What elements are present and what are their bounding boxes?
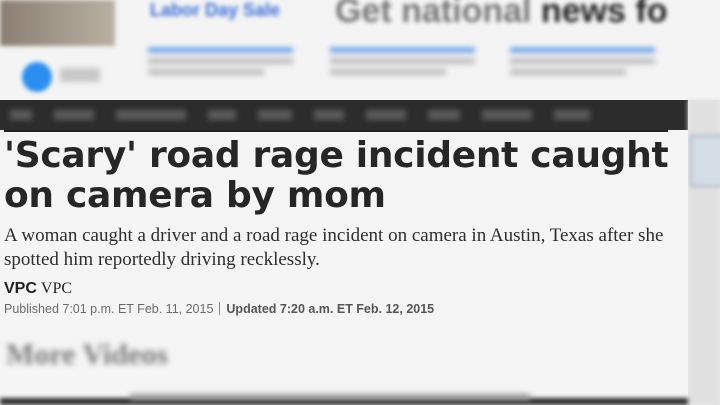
- nav-item[interactable]: [482, 110, 532, 120]
- article-summary: A woman caught a driver and a road rage …: [4, 225, 664, 270]
- site-logo-icon[interactable]: [22, 62, 52, 92]
- byline-credit: VPC: [40, 280, 73, 297]
- dateline: Published 7:01 p.m. ET Feb. 11, 2015 Upda…: [4, 302, 434, 316]
- promo-headline-text: Get national: [335, 0, 541, 30]
- date-separator: [219, 302, 221, 315]
- promo-headline[interactable]: Get national news fo: [335, 0, 668, 31]
- nav-item[interactable]: [116, 110, 186, 120]
- article-headline: 'Scary' road rage incident caught on cam…: [4, 135, 669, 216]
- site-logo-text: [60, 68, 100, 82]
- promo-link[interactable]: Labor Day Sale: [150, 0, 280, 21]
- nav-item[interactable]: [366, 110, 406, 120]
- header-story-tile[interactable]: [330, 48, 475, 90]
- nav-item[interactable]: [54, 110, 94, 120]
- nav-item[interactable]: [208, 110, 236, 120]
- updated-date: Updated 7:20 a.m. ET Feb. 12, 2015: [226, 302, 435, 316]
- header-story-tile[interactable]: [510, 48, 655, 90]
- nav-item[interactable]: [10, 110, 32, 120]
- nav-item[interactable]: [314, 110, 344, 120]
- header-photo[interactable]: [0, 0, 115, 46]
- header-story-tile[interactable]: [148, 48, 293, 90]
- video-strip-text: [130, 394, 530, 400]
- nav-item[interactable]: [258, 110, 292, 120]
- byline: VPC VPC: [4, 280, 72, 298]
- promo-headline-bold: news fo: [540, 0, 668, 30]
- site-header: Labor Day Sale Get national news fo: [0, 0, 720, 100]
- more-videos-heading: More Videos: [6, 338, 168, 371]
- nav-bar: [0, 100, 688, 130]
- published-date: Published 7:01 p.m. ET Feb. 11, 2015: [4, 302, 214, 316]
- nav-item[interactable]: [428, 110, 460, 120]
- nav-item[interactable]: [554, 110, 590, 120]
- byline-source[interactable]: VPC: [4, 280, 37, 297]
- side-card[interactable]: [690, 135, 720, 187]
- article: 'Scary' road rage incident caught on cam…: [0, 130, 688, 405]
- article-rule: [4, 130, 668, 132]
